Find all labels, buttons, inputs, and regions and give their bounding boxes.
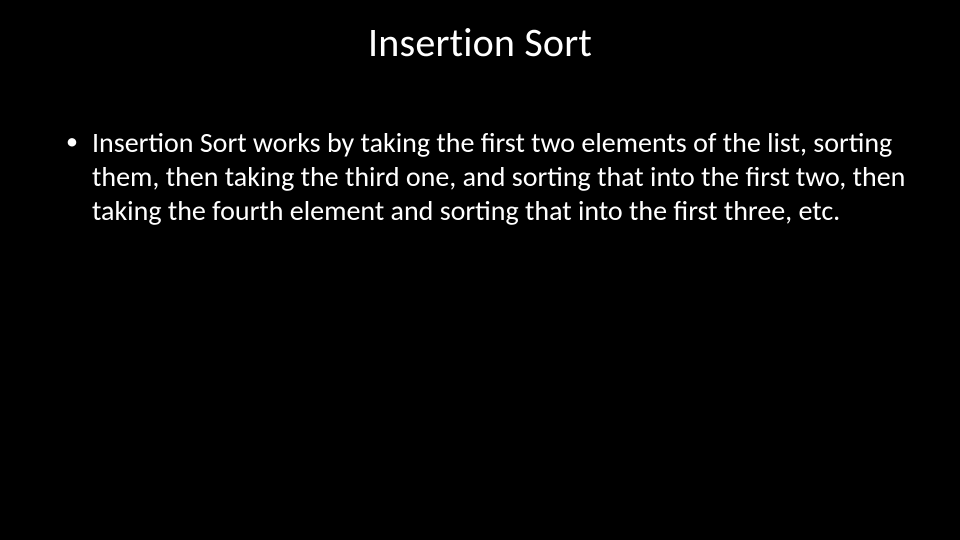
list-item: Insertion Sort works by taking the first…	[64, 126, 912, 228]
bullet-text: Insertion Sort works by taking the first…	[92, 125, 905, 228]
slide-title: Insertion Sort	[0, 18, 960, 67]
bullet-list: Insertion Sort works by taking the first…	[64, 126, 912, 228]
slide-body: Insertion Sort works by taking the first…	[64, 126, 912, 228]
slide: Insertion Sort Insertion Sort works by t…	[0, 0, 960, 540]
